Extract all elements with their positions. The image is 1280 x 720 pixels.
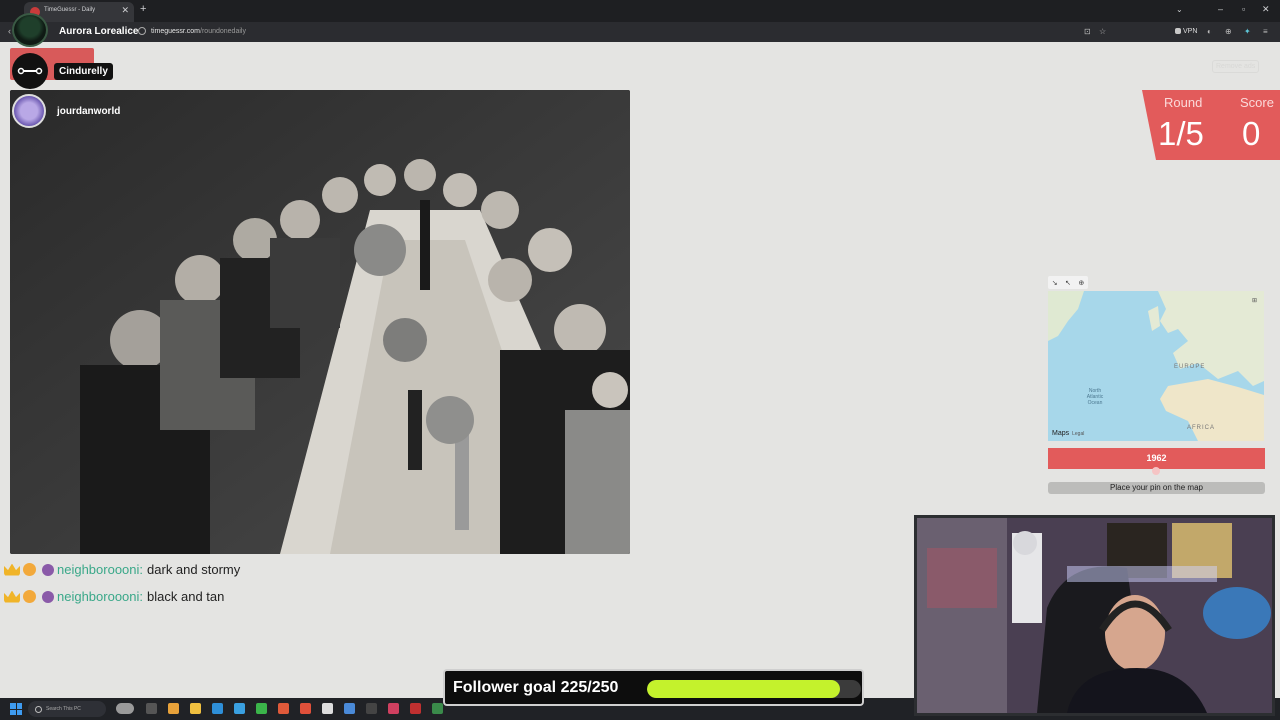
xbox-icon[interactable] bbox=[256, 703, 267, 714]
score-value: 0 bbox=[1242, 115, 1261, 152]
app-icon[interactable] bbox=[410, 703, 421, 714]
emote-badge-icon bbox=[42, 590, 54, 603]
chat-message: neighboroooni: black and tan bbox=[4, 589, 224, 604]
round-label: Round bbox=[1164, 95, 1203, 110]
round-value: 1/5 bbox=[1158, 115, 1204, 152]
year-slider-handle[interactable] bbox=[1152, 467, 1160, 475]
link-chain-icon bbox=[17, 67, 43, 75]
task-view-icon[interactable] bbox=[146, 703, 157, 714]
extensions-icon[interactable]: ⊕ bbox=[1225, 27, 1232, 36]
dinner-party-photo bbox=[10, 90, 630, 554]
crown-badge-icon bbox=[4, 563, 20, 576]
webcam-feed bbox=[917, 518, 1272, 713]
obs-icon[interactable] bbox=[366, 703, 377, 714]
browser-tab-bar: TimeGuessr - Daily ✕ + ⌄ – ▫ ✕ bbox=[0, 0, 1280, 22]
brave-icon[interactable] bbox=[300, 703, 311, 714]
follower-goal-track bbox=[647, 680, 861, 698]
browser-address-bar: ‹ timeguessr.com/roundonedaily ⊡ ☆ VPN ◐… bbox=[0, 22, 1280, 42]
streamer-name: Aurora Lorealice bbox=[59, 26, 139, 37]
crown-badge-icon bbox=[4, 590, 20, 603]
map-label-africa: AFRICA bbox=[1187, 425, 1216, 431]
map-label-europe: EUROPE bbox=[1174, 364, 1206, 370]
widgets-icon[interactable] bbox=[116, 703, 134, 714]
streamer-webcam bbox=[914, 515, 1275, 716]
avatar bbox=[12, 94, 46, 128]
chrome-icon[interactable] bbox=[168, 703, 179, 714]
place-pin-button[interactable]: Place your pin on the map bbox=[1048, 482, 1265, 494]
map-label-ocean: North Atlantic Ocean bbox=[1086, 388, 1104, 406]
chat-username: neighboroooni: bbox=[57, 589, 144, 604]
screenshot-icon[interactable]: ⊡ bbox=[1084, 27, 1091, 36]
map-toolbar: ↘ ↖ ⊕ bbox=[1048, 276, 1088, 289]
chat-message: neighboroooni: dark and stormy bbox=[4, 562, 240, 577]
shrink-map-icon[interactable]: ↘ bbox=[1052, 279, 1058, 287]
close-window-icon[interactable]: ✕ bbox=[1262, 4, 1270, 15]
overlay-username: Cindurelly bbox=[54, 62, 113, 80]
map-tiles bbox=[1048, 291, 1264, 441]
close-tab-icon[interactable]: ✕ bbox=[121, 5, 129, 16]
round-score-panel: Round Score 1/5 0 bbox=[1142, 90, 1280, 160]
edge-icon[interactable] bbox=[212, 703, 223, 714]
wallet-icon[interactable]: ◐ bbox=[1207, 27, 1212, 36]
back-arrow-icon[interactable]: ‹ bbox=[8, 26, 11, 36]
overlay-username: jourdanworld bbox=[57, 105, 121, 117]
minimize-icon[interactable]: – bbox=[1218, 4, 1223, 14]
year-slider[interactable]: 1962 bbox=[1048, 448, 1265, 469]
file-explorer-icon[interactable] bbox=[190, 703, 201, 714]
map-attribution[interactable]: Maps Legal bbox=[1052, 430, 1084, 437]
pin-map-icon[interactable]: ⊕ bbox=[1078, 279, 1084, 287]
avatar bbox=[12, 53, 48, 89]
world-map[interactable]: ⊞ North Atlantic Ocean EUROPE AFRICA Map… bbox=[1048, 291, 1264, 441]
follower-goal-label: Follower goal 225/250 bbox=[453, 679, 619, 696]
tab-list-chevron-icon[interactable]: ⌄ bbox=[1176, 5, 1183, 14]
app-icon[interactable] bbox=[344, 703, 355, 714]
coin-badge-icon bbox=[23, 590, 36, 603]
taskbar-search[interactable]: Search This PC bbox=[28, 701, 106, 717]
overlay-user-jourdanworld: jourdanworld bbox=[12, 94, 125, 128]
fullscreen-map-icon[interactable]: ⊞ bbox=[1252, 297, 1257, 304]
score-label: Score bbox=[1240, 95, 1274, 110]
app-icon[interactable] bbox=[432, 703, 443, 714]
chat-text: dark and stormy bbox=[147, 562, 241, 577]
follower-goal-fill bbox=[647, 680, 840, 698]
coin-badge-icon bbox=[23, 563, 36, 576]
site-info-icon[interactable] bbox=[138, 27, 146, 35]
windows-start-icon[interactable] bbox=[10, 703, 22, 715]
bookmark-star-icon[interactable]: ☆ bbox=[1099, 27, 1106, 36]
notepad-icon[interactable] bbox=[322, 703, 333, 714]
extension-icon[interactable]: ✦ bbox=[1244, 27, 1251, 36]
remove-ads-button[interactable]: Remove ads bbox=[1212, 60, 1260, 73]
steam-icon[interactable] bbox=[234, 703, 245, 714]
round-photo: jourdanworld bbox=[10, 90, 630, 554]
maximize-icon[interactable]: ▫ bbox=[1242, 4, 1245, 14]
vpn-button[interactable]: VPN bbox=[1175, 28, 1197, 35]
new-tab-icon[interactable]: + bbox=[140, 3, 146, 15]
firefox-icon[interactable] bbox=[278, 703, 289, 714]
overlay-user-cindurelly: Cindurelly bbox=[12, 53, 113, 89]
app-icon[interactable] bbox=[388, 703, 399, 714]
chat-text: black and tan bbox=[147, 589, 225, 604]
emote-badge-icon bbox=[42, 563, 54, 576]
url-field[interactable]: timeguessr.com/roundonedaily bbox=[151, 28, 246, 35]
tab-title: TimeGuessr - Daily bbox=[44, 7, 96, 13]
menu-icon[interactable]: ≡ bbox=[1263, 27, 1268, 36]
streamer-avatar bbox=[12, 13, 48, 47]
chat-username: neighboroooni: bbox=[57, 562, 144, 577]
follower-goal-widget: Follower goal 225/250 bbox=[443, 669, 864, 706]
expand-map-icon[interactable]: ↖ bbox=[1065, 279, 1071, 287]
